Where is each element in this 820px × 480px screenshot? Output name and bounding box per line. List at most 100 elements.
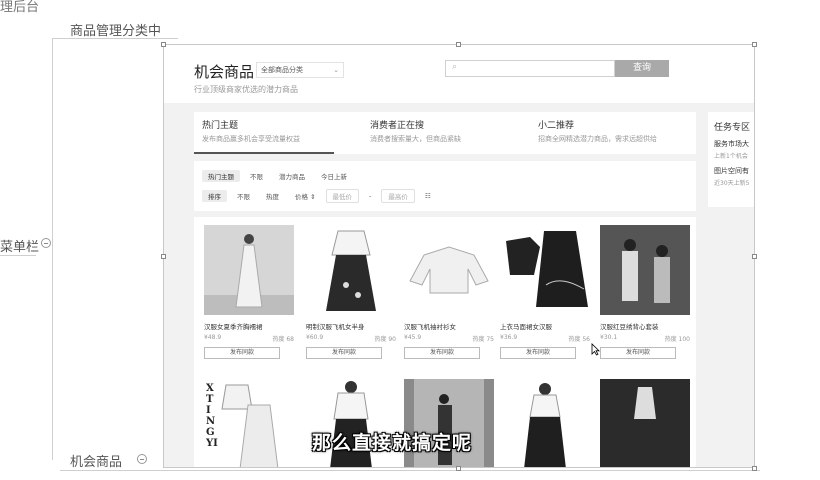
task-panel-title: 任务专区 xyxy=(714,123,751,133)
page-title: 机会商品 xyxy=(194,63,255,81)
product-price: ¥60.9 xyxy=(306,334,324,341)
filter-panel: 热门主题 不限 潜力商品 今日上新 排序 不限 热度 价格 ⇕ 最低价 - 最高… xyxy=(194,161,696,211)
tab-title: 消费者正在搜 xyxy=(370,121,425,131)
sort-option[interactable]: 不限 xyxy=(231,190,256,202)
product-photo xyxy=(600,225,690,315)
filter-chip[interactable]: 潜力商品 xyxy=(273,170,311,182)
mindmap-connector xyxy=(52,38,62,39)
max-price-input[interactable]: 最高价 xyxy=(381,189,415,203)
publish-same-button[interactable]: 发布同款 xyxy=(600,347,676,359)
task-item[interactable]: 图片空间有 xyxy=(714,166,754,176)
product-name[interactable]: 上衣马面裙女汉服 xyxy=(500,321,590,331)
tab-title: 小二推荐 xyxy=(538,121,575,131)
tab-desc: 消费者搜索量大，但商品紧缺 xyxy=(370,135,461,143)
tab-desc: 招商全网精选潜力商品，需求远超供给 xyxy=(538,135,657,143)
publish-same-button[interactable]: 发布同款 xyxy=(204,347,280,359)
sort-option-price[interactable]: 价格 ⇕ xyxy=(289,190,322,202)
filter-chip[interactable]: 不限 xyxy=(244,170,269,182)
main-content: 热门主题 发布商品赢多机会享受流量权益 消费者正在搜 消费者搜索量大，但商品紧缺… xyxy=(164,103,754,467)
task-item-sub: 上新1个机会 xyxy=(714,153,748,160)
resize-handle[interactable] xyxy=(752,466,757,471)
mindmap-menu-node[interactable]: 菜单栏 xyxy=(0,236,39,255)
chevron-down-icon: ⌄ xyxy=(333,66,339,74)
page-header: 机会商品 全部商品分类 ⌄ 行业顶级商家优选的潜力商品 ⌕ 查询 xyxy=(164,45,754,103)
search-button[interactable]: 查询 xyxy=(615,60,669,77)
product-card[interactable] xyxy=(600,379,690,467)
product-image[interactable] xyxy=(600,379,690,467)
resize-handle[interactable] xyxy=(752,254,757,259)
product-photo xyxy=(600,379,690,467)
resize-handle[interactable] xyxy=(456,42,461,47)
product-heat: 热度 56 xyxy=(568,336,590,343)
product-image[interactable] xyxy=(500,225,590,315)
product-card[interactable]: 汉服飞机袖衬衫女 ¥45.9 热度 75 发布同款 xyxy=(404,225,494,359)
category-select-value: 全部商品分类 xyxy=(261,66,303,74)
publish-same-button[interactable]: 发布同款 xyxy=(306,347,382,359)
task-item-sub: 近30天上新5 xyxy=(714,180,750,187)
product-card[interactable]: 汉服红豆绣背心套装 ¥30.1 热度 100 发布同款 xyxy=(600,225,690,359)
mindmap-top-node[interactable]: 理后台 xyxy=(0,0,39,15)
filter-row-topic: 热门主题 不限 潜力商品 今日上新 xyxy=(202,169,353,183)
search-input[interactable]: ⌕ xyxy=(445,60,615,77)
mindmap-opportunity-node[interactable]: 机会商品 xyxy=(70,451,122,470)
product-heat: 热度 100 xyxy=(664,336,690,343)
grid-icon[interactable]: ☷ xyxy=(419,191,437,201)
filter-chip[interactable]: 今日上新 xyxy=(315,170,353,182)
product-card[interactable]: 上衣马面裙女汉服 ¥36.9 热度 56 发布同款 xyxy=(500,225,590,359)
tab-recommended[interactable]: 小二推荐 招商全网精选潜力商品，需求远超供给 xyxy=(538,118,698,144)
tab-desc: 发布商品赢多机会享受流量权益 xyxy=(202,135,300,143)
resize-handle[interactable] xyxy=(456,466,461,471)
resize-handle[interactable] xyxy=(161,42,166,47)
publish-same-button[interactable]: 发布同款 xyxy=(404,347,480,359)
product-card[interactable]: X TING YI xyxy=(204,379,294,467)
product-image[interactable] xyxy=(500,379,590,467)
filter-chip[interactable]: 热门主题 xyxy=(202,170,240,182)
brand-text: X TING YI xyxy=(206,383,218,449)
product-heat: 热度 90 xyxy=(374,336,396,343)
product-name[interactable]: 明制汉服飞机女半身 xyxy=(306,321,396,331)
product-photo xyxy=(500,225,590,315)
product-photo xyxy=(500,379,590,467)
product-price: ¥48.9 xyxy=(204,334,222,341)
min-price-input[interactable]: 最低价 xyxy=(325,189,360,203)
sort-option[interactable]: 热度 xyxy=(260,190,285,202)
video-caption: 那么直接就搞定呢 xyxy=(312,432,473,454)
theme-tabs: 热门主题 发布商品赢多机会享受流量权益 消费者正在搜 消费者搜索量大，但商品紧缺… xyxy=(194,112,696,154)
product-price: ¥45.9 xyxy=(404,334,422,341)
collapse-icon[interactable] xyxy=(41,238,51,248)
task-panel: 任务专区 服务市场大 上新1个机会 图片空间有 近30天上新5 xyxy=(708,112,754,207)
product-image[interactable]: X TING YI xyxy=(204,379,294,467)
tab-consumer-search[interactable]: 消费者正在搜 消费者搜索量大，但商品紧缺 xyxy=(370,118,530,144)
tab-title: 热门主题 xyxy=(202,121,239,131)
resize-handle[interactable] xyxy=(752,42,757,47)
mindmap-connector xyxy=(52,38,53,460)
product-name[interactable]: 汉服飞机袖衬衫女 xyxy=(404,321,494,331)
search-icon: ⌕ xyxy=(452,62,458,72)
publish-same-button[interactable]: 发布同款 xyxy=(500,347,576,359)
mindmap-parent-node[interactable]: 商品管理分类中 xyxy=(70,20,161,39)
product-name[interactable]: 汉服女夏季齐胸襦裙 xyxy=(204,321,294,331)
price-separator: - xyxy=(369,192,372,200)
product-card[interactable]: 明制汉服飞机女半身 ¥60.9 热度 90 发布同款 xyxy=(306,225,396,359)
product-photo xyxy=(204,225,294,315)
product-heat: 热度 68 xyxy=(272,336,294,343)
mindmap-connector xyxy=(0,255,36,256)
product-price: ¥36.9 xyxy=(500,334,518,341)
mindmap-connector xyxy=(60,470,760,471)
active-tab-indicator xyxy=(194,152,334,154)
product-name[interactable]: 汉服红豆绣背心套装 xyxy=(600,321,690,331)
product-image[interactable] xyxy=(404,225,494,315)
product-card[interactable] xyxy=(500,379,590,467)
task-item[interactable]: 服务市场大 xyxy=(714,139,754,149)
embedded-screenshot[interactable]: 机会商品 全部商品分类 ⌄ 行业顶级商家优选的潜力商品 ⌕ 查询 热门主题 发布… xyxy=(163,44,755,468)
product-image[interactable] xyxy=(600,225,690,315)
category-select[interactable]: 全部商品分类 ⌄ xyxy=(256,62,344,78)
sort-label: 排序 xyxy=(202,190,227,202)
tab-hot-topics[interactable]: 热门主题 发布商品赢多机会享受流量权益 xyxy=(202,118,362,144)
product-image[interactable] xyxy=(306,225,396,315)
collapse-icon[interactable] xyxy=(137,454,147,464)
mouse-cursor-icon xyxy=(591,343,600,356)
resize-handle[interactable] xyxy=(161,254,166,259)
product-image[interactable] xyxy=(204,225,294,315)
product-card[interactable]: 汉服女夏季齐胸襦裙 ¥48.9 热度 68 发布同款 xyxy=(204,225,294,359)
